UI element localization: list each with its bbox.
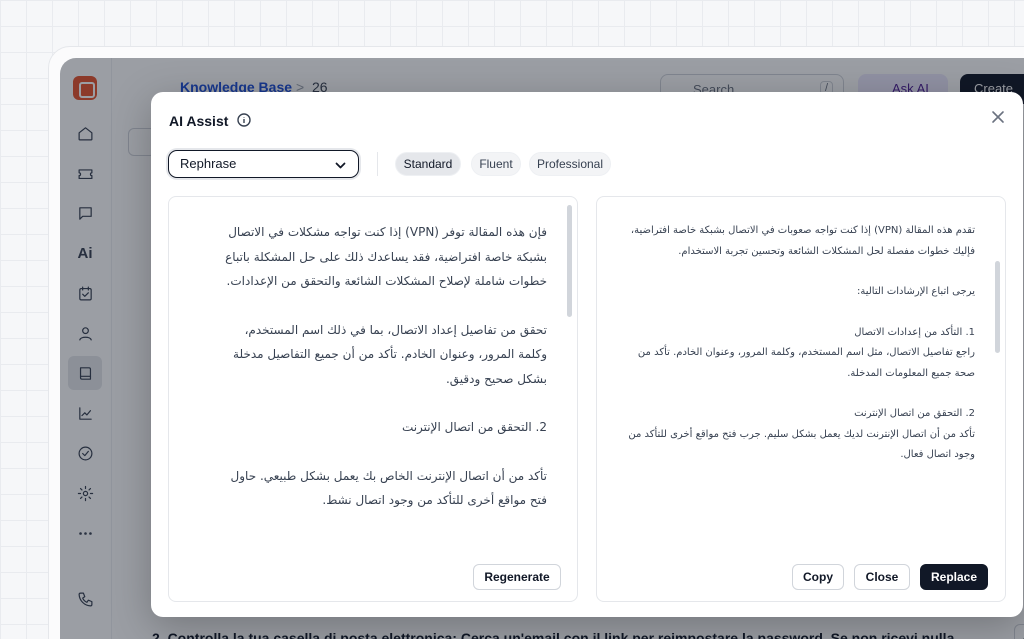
rephrased-paragraph: تحقق من تفاصيل إعداد الاتصال، بما في ذلك… <box>233 322 547 386</box>
replace-button[interactable]: Replace <box>920 564 988 590</box>
tone-standard[interactable]: Standard <box>395 152 461 176</box>
regenerate-button[interactable]: Regenerate <box>473 564 561 590</box>
rephrased-text[interactable]: فإن هذه المقالة توفر (VPN) إذا كنت تواجه… <box>199 220 547 513</box>
rephrased-scrollbar[interactable] <box>567 205 572 317</box>
original-paragraph: يرجى اتباع الإرشادات التالية: <box>856 286 975 297</box>
chevron-down-icon <box>335 159 346 170</box>
toolbar-divider <box>377 152 378 176</box>
mode-select-value: Rephrase <box>180 156 237 171</box>
rephrased-panel: فإن هذه المقالة توفر (VPN) إذا كنت تواجه… <box>168 196 578 602</box>
info-icon[interactable] <box>237 113 251 127</box>
original-text[interactable]: تقدم هذه المقالة (VPN) إذا كنت تواجه صعو… <box>617 221 975 466</box>
ai-assist-modal: AI Assist Rephrase Standard Fluent Profe… <box>151 92 1023 617</box>
rephrased-paragraph: 2. التحقق من اتصال الإنترنت <box>401 420 547 434</box>
original-paragraph: تقدم هذه المقالة (VPN) إذا كنت تواجه صعو… <box>630 225 975 257</box>
close-icon[interactable] <box>989 108 1007 126</box>
mode-select[interactable]: Rephrase <box>168 150 359 178</box>
original-paragraph: 1. التأكد من إعدادات الاتصال راجع تفاصيل… <box>637 326 975 379</box>
rephrased-paragraph: تأكد من أن اتصال الإنترنت الخاص بك يعمل … <box>230 468 547 508</box>
modal-title: AI Assist <box>169 113 229 129</box>
tone-fluent[interactable]: Fluent <box>471 152 521 176</box>
copy-button[interactable]: Copy <box>792 564 844 590</box>
tone-professional[interactable]: Professional <box>529 152 611 176</box>
original-paragraph: 2. التحقق من اتصال الإنترنت تأكد من أن ا… <box>628 408 975 460</box>
original-panel: تقدم هذه المقالة (VPN) إذا كنت تواجه صعو… <box>596 196 1006 602</box>
close-button[interactable]: Close <box>854 564 910 590</box>
rephrased-paragraph: فإن هذه المقالة توفر (VPN) إذا كنت تواجه… <box>225 225 547 288</box>
original-scrollbar[interactable] <box>995 261 1000 353</box>
